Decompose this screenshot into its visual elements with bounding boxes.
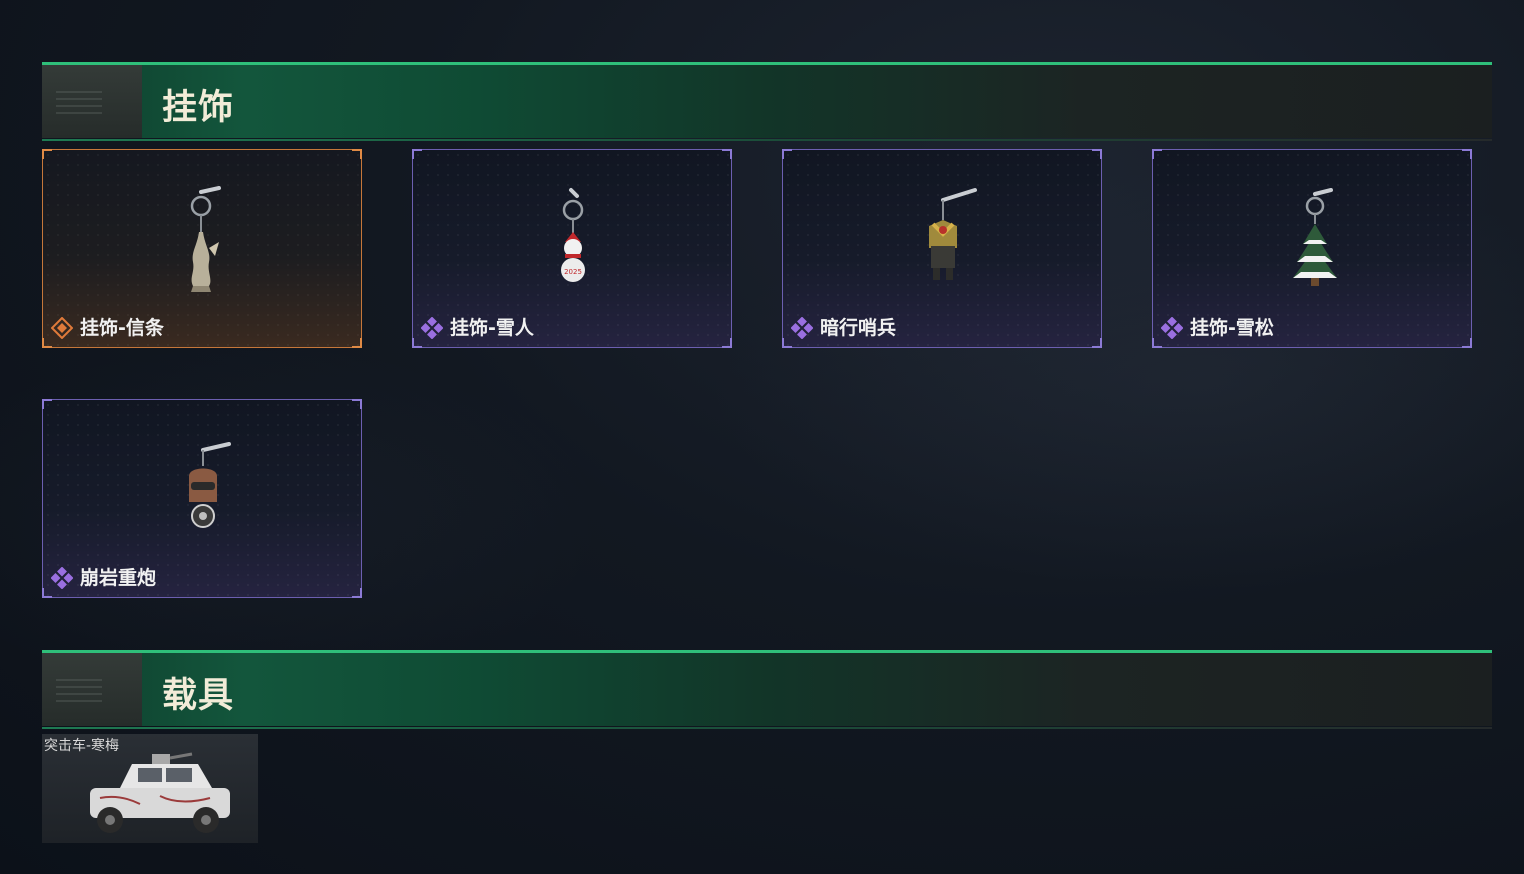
- epic-rarity-icon: [1161, 317, 1183, 339]
- charm-name: 挂饰-信条: [80, 317, 164, 339]
- section-title-vehicles: 载具: [162, 676, 235, 716]
- charm-name: 暗行哨兵: [820, 317, 897, 339]
- section-header-vehicles: 载具: [42, 650, 1492, 729]
- charm-snow-pine-icon: [1293, 188, 1337, 286]
- charm-snowman-icon: 2025: [561, 188, 585, 282]
- legendary-rarity-icon: [51, 317, 73, 339]
- assault-vehicle-icon: [90, 752, 230, 833]
- header-stub: [42, 65, 142, 138]
- charm-card-creed[interactable]: 挂饰-信条: [42, 149, 362, 348]
- charm-name: 崩岩重炮: [80, 567, 157, 589]
- section-header-charms: 挂饰: [42, 62, 1492, 141]
- vehicle-card-assault[interactable]: 突击车-寒梅: [42, 734, 258, 843]
- charm-card-snow-pine[interactable]: 挂饰-雪松: [1152, 149, 1472, 348]
- section-title-charms: 挂饰: [162, 88, 235, 128]
- header-stub: [42, 653, 142, 726]
- epic-rarity-icon: [421, 317, 443, 339]
- charm-name: 挂饰-雪松: [1190, 317, 1274, 339]
- charm-heavy-cannon-icon: [189, 442, 231, 528]
- charm-name: 挂饰-雪人: [450, 317, 534, 339]
- charm-card-sentinel[interactable]: 暗行哨兵: [782, 149, 1102, 348]
- epic-rarity-icon: [51, 567, 73, 589]
- charm-creed-icon: [190, 186, 221, 292]
- vehicle-name: 突击车-寒梅: [44, 738, 120, 754]
- svg-text:2025: 2025: [564, 268, 582, 276]
- charm-card-heavy-cannon[interactable]: 崩岩重炮: [42, 399, 362, 598]
- charm-sentinel-icon: [929, 188, 977, 280]
- charm-card-snowman[interactable]: 2025 挂饰-雪人: [412, 149, 732, 348]
- epic-rarity-icon: [791, 317, 813, 339]
